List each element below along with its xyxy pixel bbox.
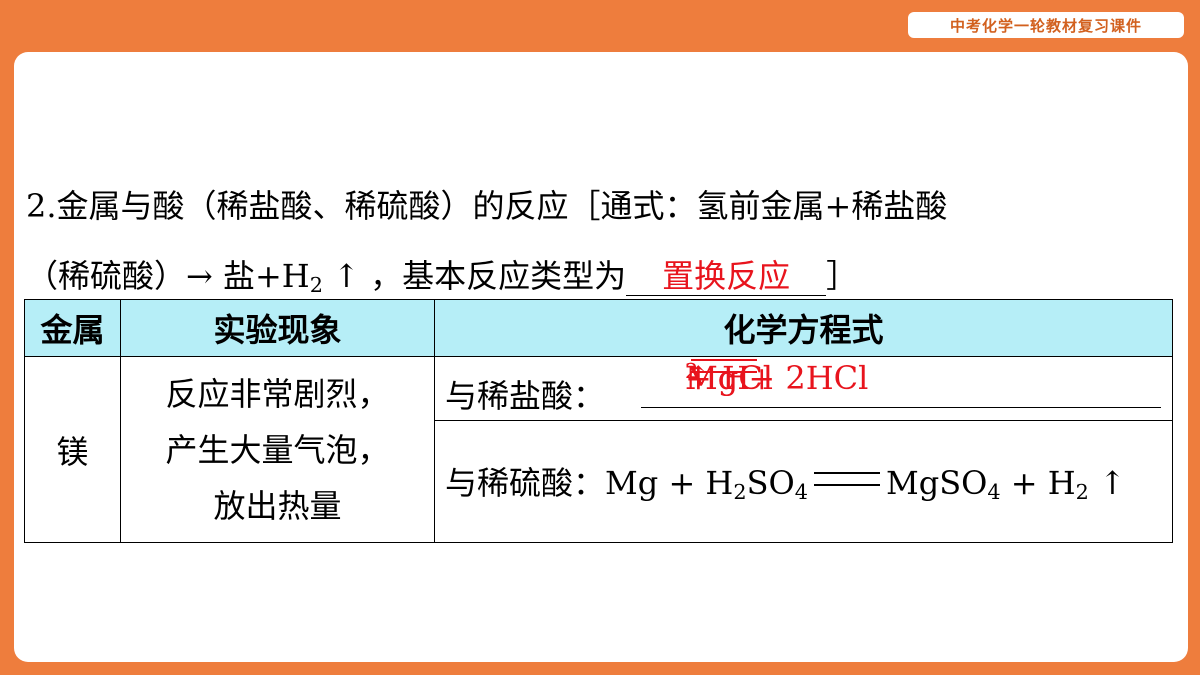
equals-sign xyxy=(813,472,880,487)
header-equation: 化学方程式 xyxy=(434,299,1173,357)
header-phenomenon: 实验现象 xyxy=(120,299,435,357)
header-metal: 金属 xyxy=(24,299,121,357)
equation-h2so4: Mg + H2SO4 MgSO4 + H2 ↑ xyxy=(605,464,1126,505)
slide-content: 2.金属与酸（稀盐酸、稀硫酸）的反应［通式：氢前金属+稀盐酸 （稀硫酸）→ 盐+… xyxy=(14,52,1188,662)
metal-cell: 镁 xyxy=(24,356,121,543)
intro-line-1: 2.金属与酸（稀盐酸、稀硫酸）的反应［通式：氢前金属+稀盐酸 xyxy=(26,187,948,225)
phenomenon-cell: 反应非常剧烈， 产生大量气泡， 放出热量 xyxy=(120,356,435,543)
reaction-table: 金属 实验现象 化学方程式 镁 反应非常剧烈， 产生大量气泡， 放出热量 与稀盐… xyxy=(24,299,1173,543)
equation-h2so4-cell: 与稀硫酸：Mg + H2SO4 MgSO4 + H2 ↑ xyxy=(434,420,1173,543)
equation-hcl-blank: Mg + 2HCl MgCl 2 + H2 ↑ xyxy=(641,359,1161,408)
answer-reaction-type: 置换反应 xyxy=(662,257,791,295)
course-title-badge: 中考化学一轮教材复习课件 xyxy=(908,12,1184,38)
answer-blank: 置换反应 xyxy=(626,257,827,296)
table-row: 镁 反应非常剧烈， 产生大量气泡， 放出热量 与稀盐酸： Mg + 2HCl Mg… xyxy=(24,356,1173,543)
equation-hcl-cell: 与稀盐酸： Mg + 2HCl MgCl 2 + H2 ↑ xyxy=(434,356,1173,421)
table-header-row: 金属 实验现象 化学方程式 xyxy=(24,299,1173,357)
equation-hcl-label: 与稀盐酸： xyxy=(445,377,606,415)
